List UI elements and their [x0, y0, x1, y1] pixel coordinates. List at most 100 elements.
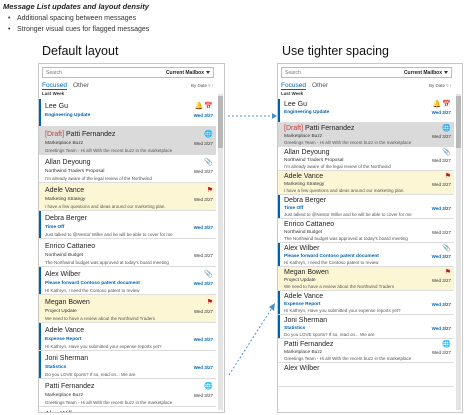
message-item[interactable]: Adele Vance Marketing Strategy Wed 3/27 I h…: [278, 171, 454, 195]
search-input[interactable]: Search Current Mailbox: [42, 67, 214, 78]
message-preview: We need to have a review about the North…: [45, 316, 155, 321]
message-item[interactable]: Lee Gu Engineering Update Wed 3/27 🔔 📅: [278, 99, 454, 123]
message-preview: I'm already aware of the legal review of…: [284, 164, 391, 169]
message-date: Wed 3/27: [193, 309, 213, 314]
sort-by-date-button[interactable]: By Date ▿ ↑: [191, 83, 214, 89]
sender-name: [Draft] Patti Fernandez: [45, 131, 115, 138]
focused-other-tabs: Focused Other By Date ▿ ↑: [281, 81, 452, 90]
message-date: Wed 3/27: [431, 206, 451, 211]
message-date: Wed 3/27: [431, 134, 451, 139]
message-item[interactable]: Allan Deyoung Northwind Traders Proposal W…: [39, 155, 216, 183]
message-subject: Marketing Strategy: [45, 197, 86, 202]
message-subject: Engineering Update: [284, 110, 330, 115]
message-item[interactable]: Debra Berger Time Off Wed 3/27 Just talked …: [278, 195, 454, 219]
globe-icon: 🌐: [442, 125, 451, 132]
message-date: Wed 3/27: [193, 253, 213, 258]
message-subject: Expense Report: [284, 302, 321, 307]
message-item[interactable]: Alex Wilber Please forward Contoso patent…: [278, 243, 454, 267]
message-item[interactable]: Adele Vance Marketing Strategy Wed 3/27 I h…: [39, 183, 216, 211]
sort-label: By Date: [428, 82, 445, 88]
mailbox-selector[interactable]: Current Mailbox: [166, 70, 210, 76]
bullet-item: Additional spacing between messages: [8, 13, 149, 24]
message-subject: Northwind Traders Proposal: [284, 158, 344, 163]
message-date: Wed 3/27: [431, 182, 451, 187]
message-subject: Project Update: [45, 309, 77, 314]
message-item[interactable]: Joni Sherman Statistics Wed 3/27 Do you LOV…: [39, 351, 216, 379]
sender-name: Adele Vance: [45, 187, 85, 194]
message-preview: Just talked to @Nestor Wilke and he will…: [45, 232, 173, 237]
sender-name: Allan Deyoung: [284, 149, 330, 156]
sender-name: Adele Vance: [284, 173, 324, 180]
mailbox-selector[interactable]: Current Mailbox: [404, 70, 448, 76]
search-input[interactable]: Search Current Mailbox: [281, 67, 452, 78]
message-icons: ⚑: [207, 299, 213, 306]
sender-name: Megan Bowen: [45, 299, 90, 306]
arrow-top: [228, 113, 277, 119]
message-preview: Do you LOVE sports? If so, read on... We…: [284, 332, 375, 337]
sender-name-text: Patti Fernandez: [305, 125, 355, 132]
message-preview: The Northwind budget was approved at tod…: [45, 260, 169, 265]
message-icons: 🌐: [204, 131, 213, 138]
message-item[interactable]: Allan Deyoung Northwind Traders Proposal W…: [278, 147, 454, 171]
flag-icon[interactable]: ⚑: [445, 173, 451, 180]
message-item[interactable]: Enrico Cattaneo Northwind Budget Wed 3/27 T…: [39, 239, 216, 267]
scrollbar-thumb[interactable]: [218, 96, 223, 148]
tab-other[interactable]: Other: [312, 82, 328, 89]
message-item[interactable]: Adele Vance Expense Report Wed 3/27 Hi Kath…: [278, 291, 454, 315]
tab-focused[interactable]: Focused: [281, 82, 306, 90]
sender-name: Patti Fernandez: [45, 383, 95, 390]
message-item[interactable]: Patti Fernandez Marketplace Buzz Wed 3/27 G…: [39, 379, 216, 407]
message-date: Wed 3/27: [193, 197, 213, 202]
message-date: Wed 3/27: [193, 113, 213, 118]
message-preview: Greetings Team - Hi all! With the recent…: [284, 140, 412, 145]
message-subject: Northwind Budget: [45, 253, 84, 258]
message-item[interactable]: Alex Wilber Please forward Contoso patent…: [39, 267, 216, 295]
message-item[interactable]: Megan Bowen Project Update Wed 3/27 We need…: [39, 295, 216, 323]
message-item[interactable]: Megan Bowen Project Update Wed 3/27 We need…: [278, 267, 454, 291]
sort-label: By Date: [190, 82, 207, 88]
sender-name: Joni Sherman: [45, 355, 89, 362]
tab-other[interactable]: Other: [73, 82, 89, 89]
message-preview: Hi Kathryn, Have you submitted your expe…: [45, 344, 162, 349]
message-icons: 🌐: [204, 383, 213, 390]
sender-name: [Draft] Patti Fernandez: [284, 125, 354, 132]
sender-name: Debra Berger: [284, 197, 327, 204]
message-item[interactable]: Alex Wilber: [39, 407, 216, 412]
message-date: Wed 3/27: [193, 141, 213, 146]
message-subject: Marketplace Buzz: [45, 141, 84, 146]
sender-name: Enrico Cattaneo: [45, 243, 96, 250]
message-date: Wed 3/27: [431, 278, 451, 283]
message-preview: I'm already aware of the legal review of…: [45, 176, 152, 181]
flag-icon[interactable]: ⚑: [207, 187, 213, 194]
message-date: Wed 3/27: [193, 365, 213, 370]
message-subject: Engineering Update: [45, 113, 91, 118]
message-item[interactable]: Debra Berger Time Off Wed 3/27 Just talked …: [39, 211, 216, 239]
tab-focused[interactable]: Focused: [42, 82, 67, 90]
message-item[interactable]: Alex Wilber: [278, 363, 454, 387]
sender-name: Megan Bowen: [284, 269, 329, 276]
scrollbar-thumb[interactable]: [456, 96, 461, 148]
message-preview: I have a few questions and ideas around …: [284, 188, 405, 193]
sender-name: Adele Vance: [45, 327, 85, 334]
message-item[interactable]: [Draft] Patti Fernandez Marketplace Buzz W…: [278, 123, 454, 147]
message-date: Wed 3/27: [431, 350, 451, 355]
message-item[interactable]: Enrico Cattaneo Northwind Budget Wed 3/27 T…: [278, 219, 454, 243]
message-item[interactable]: Lee Gu Engineering Update Wed 3/27 🔔 📅: [39, 99, 216, 127]
sender-name: Debra Berger: [45, 215, 88, 222]
message-item[interactable]: [Draft] Patti Fernandez Marketplace Buzz W…: [39, 127, 216, 155]
search-placeholder: Search: [46, 69, 62, 76]
page-heading: Message List updates and layout density: [3, 2, 149, 11]
message-date: Wed 3/27: [431, 110, 451, 115]
message-item[interactable]: Adele Vance Expense Report Wed 3/27 Hi Kath…: [39, 323, 216, 351]
flag-icon[interactable]: ⚑: [207, 299, 213, 306]
message-item[interactable]: Patti Fernandez Marketplace Buzz Wed 3/27 G…: [278, 339, 454, 363]
message-subject: Time Off: [45, 225, 65, 230]
sort-by-date-button[interactable]: By Date ▿ ↑: [429, 83, 452, 89]
message-item[interactable]: Joni Sherman Statistics Wed 3/27 Do you LOV…: [278, 315, 454, 339]
flag-icon[interactable]: ⚑: [445, 269, 451, 276]
message-date: Wed 3/27: [431, 254, 451, 259]
message-subject: Statistics: [284, 326, 306, 331]
message-preview: Hi Kathryn, I need the Contoso patent to…: [45, 288, 140, 293]
scrollbar[interactable]: [218, 94, 223, 410]
scrollbar[interactable]: [456, 94, 461, 410]
